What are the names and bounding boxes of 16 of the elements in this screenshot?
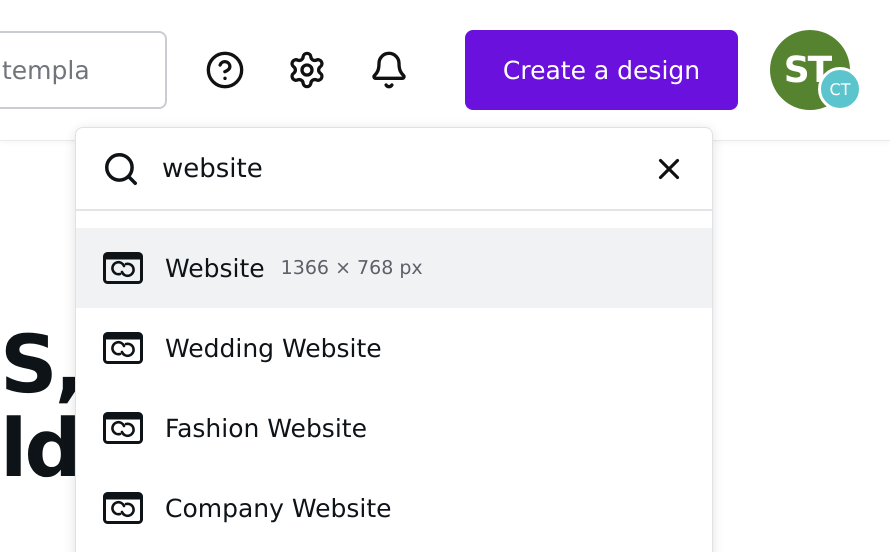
search-input[interactable]: website: [160, 152, 632, 184]
result-item[interactable]: Website 1366 × 768 px: [76, 228, 712, 308]
result-item[interactable]: Company Website: [76, 468, 712, 548]
create-design-button[interactable]: Create a design: [465, 30, 738, 110]
website-icon: [103, 252, 143, 284]
result-size: 1366 × 768 px: [280, 257, 423, 279]
website-icon: [103, 332, 143, 364]
search-field[interactable]: templa: [0, 31, 167, 109]
result-label: Website: [165, 254, 265, 282]
result-label: Company Website: [165, 494, 392, 522]
headline-text: ld: [0, 407, 79, 491]
help-icon[interactable]: [205, 50, 245, 90]
website-icon: [103, 412, 143, 444]
result-label: Fashion Website: [165, 414, 367, 442]
result-label: Wedding Website: [165, 334, 382, 362]
website-icon: [103, 492, 143, 524]
